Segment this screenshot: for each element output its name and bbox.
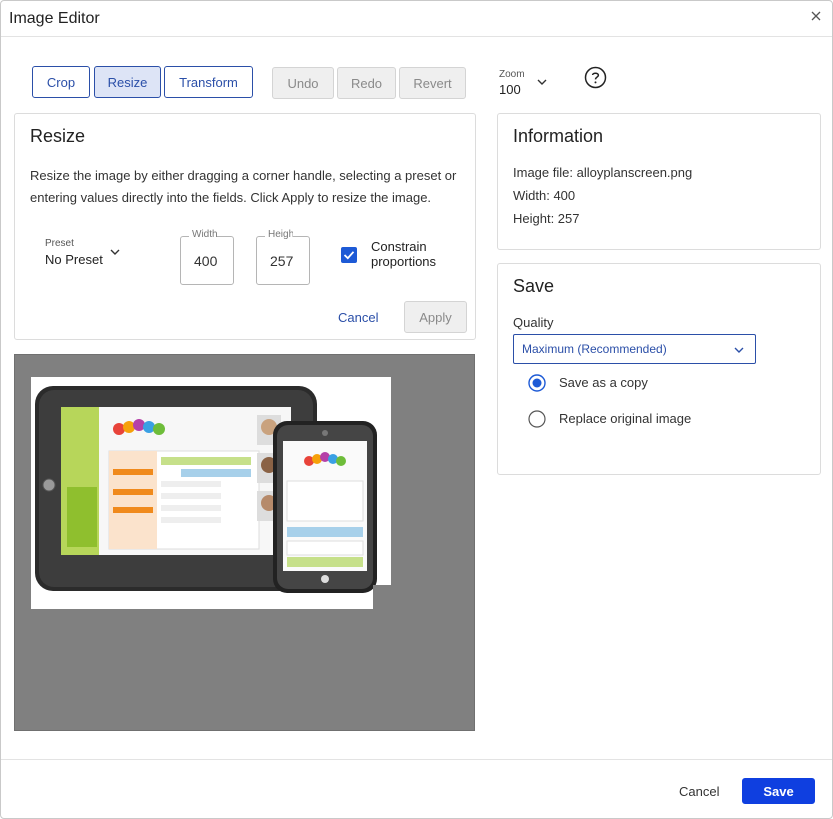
zoom-value[interactable]: 100 bbox=[499, 82, 521, 97]
revert-button[interactable]: Revert bbox=[399, 67, 466, 99]
undo-button[interactable]: Undo bbox=[272, 67, 334, 99]
resize-panel: Resize Resize the image by either draggi… bbox=[14, 113, 476, 340]
chevron-down-icon[interactable] bbox=[109, 247, 121, 257]
apply-button[interactable]: Apply bbox=[404, 301, 467, 333]
height-line: Height: 257 bbox=[513, 211, 580, 226]
image-editor-dialog: Image Editor Crop Resize Transform Undo … bbox=[0, 0, 833, 819]
dialog-footer: Cancel Save bbox=[1, 759, 832, 818]
width-value[interactable]: 400 bbox=[194, 253, 232, 269]
save-button[interactable]: Save bbox=[742, 778, 815, 804]
height-value[interactable]: 257 bbox=[270, 253, 308, 269]
quality-label: Quality bbox=[513, 315, 554, 330]
constrain-checkbox[interactable] bbox=[341, 247, 357, 263]
preset-label: Preset bbox=[45, 238, 74, 249]
resize-description: Resize the image by either dragging a co… bbox=[30, 168, 457, 205]
check-icon bbox=[343, 251, 355, 260]
image-file-line: Image file: alloyplanscreen.png bbox=[513, 165, 693, 180]
information-title: Information bbox=[513, 126, 604, 146]
save-title: Save bbox=[513, 276, 555, 296]
height-field[interactable]: Height 257 bbox=[256, 229, 310, 285]
save-as-copy-label[interactable]: Save as a copy bbox=[559, 375, 648, 390]
dialog-title: Image Editor bbox=[9, 10, 100, 27]
image-canvas[interactable] bbox=[14, 354, 475, 731]
replace-original-radio[interactable] bbox=[528, 410, 546, 428]
width-line: Width: 400 bbox=[513, 188, 576, 203]
constrain-label-line2: proportions bbox=[371, 254, 437, 269]
chevron-down-icon[interactable] bbox=[536, 77, 548, 87]
resize-cancel-link[interactable]: Cancel bbox=[338, 310, 378, 325]
width-field[interactable]: Width 400 bbox=[180, 229, 234, 285]
redo-button[interactable]: Redo bbox=[337, 67, 396, 99]
constrain-label-line1: Constrain bbox=[371, 239, 427, 254]
transform-button[interactable]: Transform bbox=[164, 66, 253, 98]
image-preview[interactable] bbox=[31, 377, 391, 609]
replace-original-label[interactable]: Replace original image bbox=[559, 411, 691, 426]
resize-button[interactable]: Resize bbox=[94, 66, 161, 98]
close-icon[interactable] bbox=[809, 9, 823, 23]
tablet-phone-illustration bbox=[31, 377, 391, 609]
quality-value: Maximum (Recommended) bbox=[522, 342, 667, 356]
chevron-down-icon bbox=[734, 347, 744, 353]
width-field-label: Width bbox=[189, 229, 217, 240]
zoom-label: Zoom bbox=[499, 69, 525, 80]
save-panel: Save Quality Maximum (Recommended) Save … bbox=[497, 263, 821, 475]
preset-select[interactable]: No Preset bbox=[45, 252, 103, 267]
resize-title: Resize bbox=[30, 126, 86, 146]
crop-button[interactable]: Crop bbox=[32, 66, 90, 98]
quality-select[interactable]: Maximum (Recommended) bbox=[513, 334, 756, 364]
information-panel: Information Image file: alloyplanscreen.… bbox=[497, 113, 821, 250]
help-circle-icon[interactable] bbox=[584, 66, 607, 89]
titlebar: Image Editor bbox=[1, 1, 832, 37]
height-field-label: Height bbox=[265, 229, 293, 240]
save-as-copy-radio[interactable] bbox=[528, 374, 546, 392]
footer-cancel-button[interactable]: Cancel bbox=[679, 784, 719, 799]
